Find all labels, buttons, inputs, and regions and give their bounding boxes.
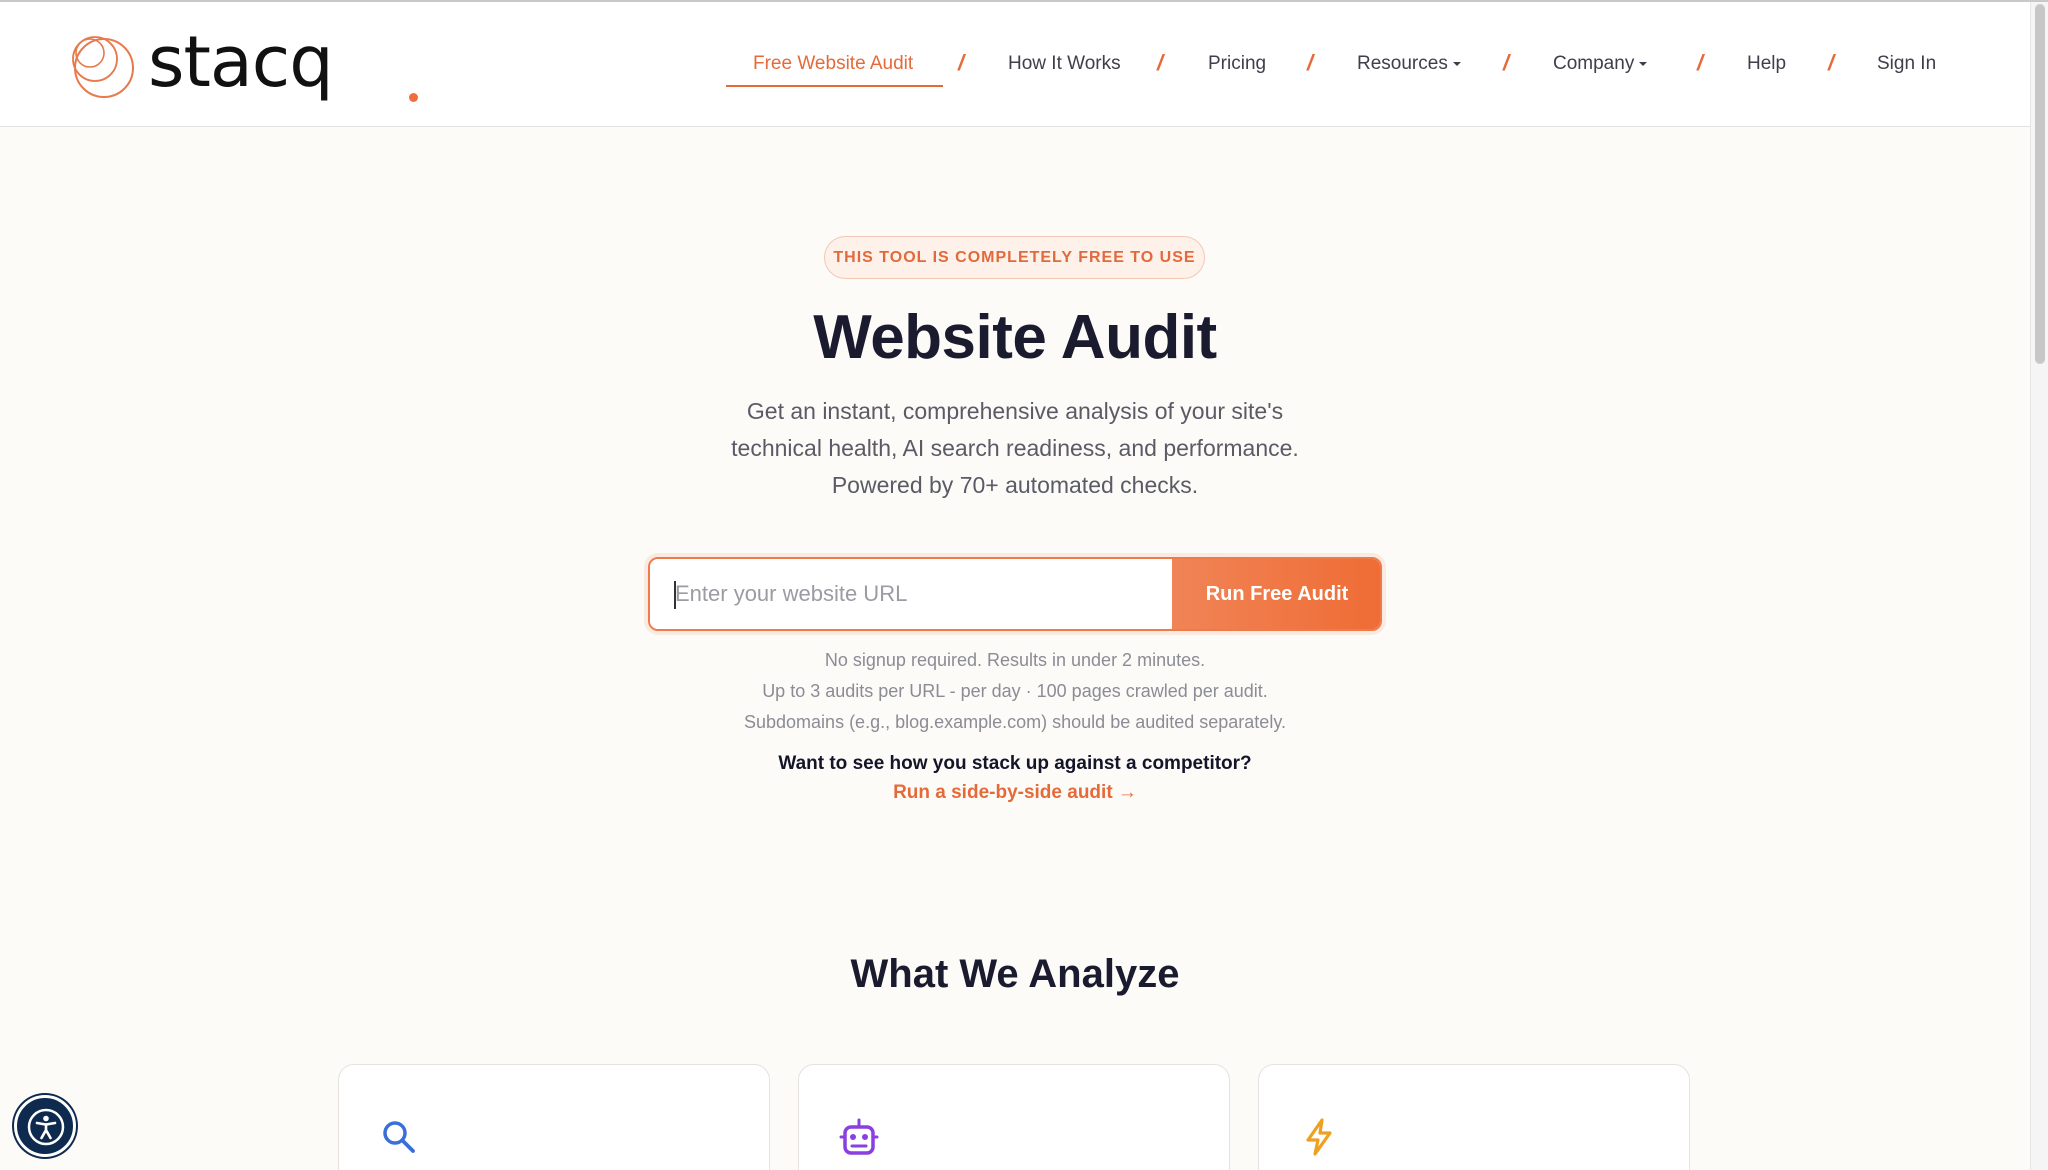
site-header: stacq Free Website Audit / How It Works … (0, 2, 2030, 127)
scrollbar-thumb[interactable] (2035, 4, 2045, 364)
robot-icon (839, 1118, 879, 1155)
analyze-card-ai[interactable] (798, 1064, 1230, 1170)
note-no-signup: No signup required. Results in under 2 m… (824, 650, 1206, 670)
accessibility-icon (27, 1108, 65, 1146)
nav-company-label: Company (1553, 53, 1635, 74)
page-subtitle: Get an instant, comprehensive analysis o… (665, 393, 1365, 504)
note-subdomains: Subdomains (e.g., blog.example.com) shou… (744, 712, 1286, 732)
nav-resources-label: Resources (1357, 53, 1448, 74)
subtitle-line: Powered by 70+ automated checks. (831, 472, 1199, 498)
search-icon (383, 1121, 415, 1153)
nav-separator: / (1157, 50, 1164, 75)
subtitle-line: technical health, AI search readiness, a… (731, 435, 1299, 461)
page-scrollbar[interactable] (2030, 2, 2048, 1170)
nav-separator: / (958, 50, 965, 75)
nav-separator: / (1697, 50, 1704, 75)
side-by-side-audit-link[interactable]: Run a side-by-side audit → (893, 782, 1137, 803)
main-nav: Free Website Audit / How It Works / Pric… (0, 2, 2030, 127)
nav-pricing[interactable]: Pricing (1208, 52, 1266, 76)
nav-separator: / (1307, 50, 1314, 75)
nav-active-underline (726, 85, 943, 87)
what-we-analyze-title: What We Analyze (850, 952, 1180, 996)
audit-form: Run Free Audit (648, 557, 1382, 631)
competitor-question: Want to see how you stack up against a c… (778, 753, 1252, 774)
nav-how-it-works[interactable]: How It Works (1008, 52, 1121, 76)
nav-free-website-audit[interactable]: Free Website Audit (753, 52, 913, 76)
subtitle-line: Get an instant, comprehensive analysis o… (746, 398, 1284, 424)
page-title: Website Audit (813, 303, 1217, 372)
nav-help[interactable]: Help (1747, 52, 1786, 76)
lightning-icon (1306, 1118, 1332, 1156)
nav-separator: / (1503, 50, 1510, 75)
accessibility-button[interactable] (14, 1095, 76, 1157)
analyze-card-performance[interactable] (1258, 1064, 1690, 1170)
note-audit-limits: Up to 3 audits per URL - per day · 100 p… (762, 681, 1268, 701)
run-free-audit-button[interactable]: Run Free Audit (1172, 559, 1380, 629)
nav-sign-in[interactable]: Sign In (1877, 52, 1936, 76)
nav-resources[interactable]: Resources (1357, 52, 1461, 76)
competitor-cta: Run a side-by-side audit → (0, 782, 2030, 804)
text-cursor (674, 581, 676, 609)
website-url-input[interactable] (650, 559, 1172, 629)
free-tool-badge: THIS TOOL IS COMPLETELY FREE TO USE (824, 236, 1205, 279)
nav-company[interactable]: Company (1553, 52, 1648, 76)
chevron-down-icon (1639, 61, 1648, 66)
analyze-card-seo[interactable] (338, 1064, 770, 1170)
chevron-down-icon (1452, 61, 1461, 66)
nav-separator: / (1828, 50, 1835, 75)
